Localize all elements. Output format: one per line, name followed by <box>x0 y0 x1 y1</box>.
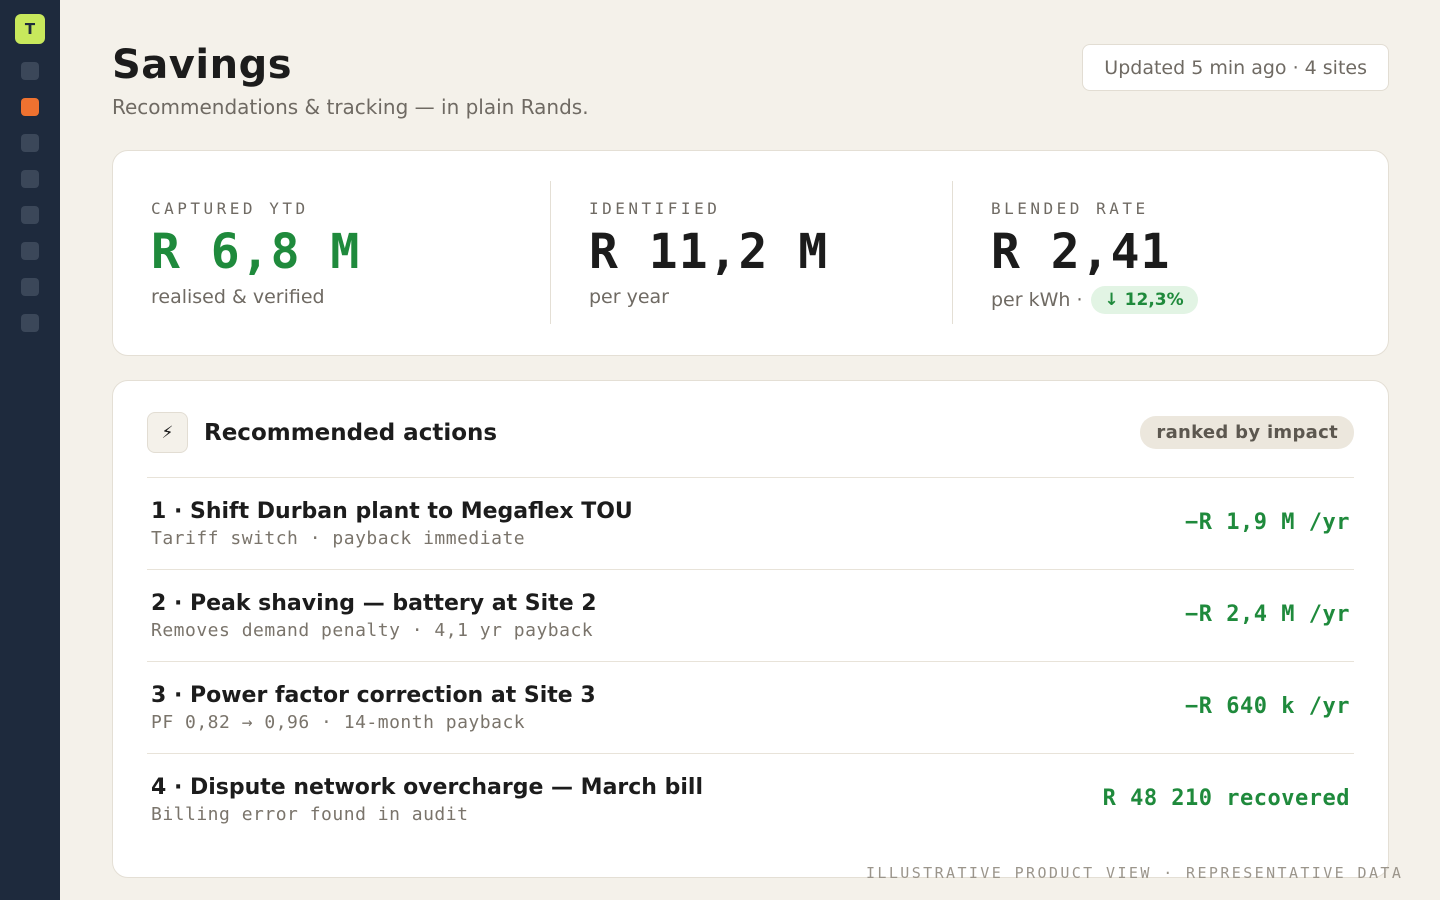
footer-note: ILLUSTRATIVE PRODUCT VIEW · REPRESENTATI… <box>866 864 1404 882</box>
sidebar-item-8[interactable] <box>21 314 39 332</box>
rank-badge[interactable]: ranked by impact <box>1140 416 1354 449</box>
kpi-sub-row: per kWh · ↓ 12,3% <box>991 286 1352 314</box>
updated-status: Updated 5 min ago · 4 sites <box>1082 44 1389 91</box>
sidebar-item-7[interactable] <box>21 278 39 296</box>
sidebar: T <box>0 0 60 900</box>
sidebar-item-1[interactable] <box>21 62 39 80</box>
action-title: 4 · Dispute network overcharge — March b… <box>151 775 703 800</box>
sidebar-item-savings[interactable] <box>21 98 39 116</box>
kpi-sub: realised & verified <box>151 286 325 308</box>
actions-header: ⚡︎ Recommended actions ranked by impact <box>147 412 1354 453</box>
action-row[interactable]: 3 · Power factor correction at Site 3 PF… <box>147 661 1354 753</box>
app-logo[interactable]: T <box>15 14 45 44</box>
action-title: 2 · Peak shaving — battery at Site 2 <box>151 591 597 616</box>
delta-badge: ↓ 12,3% <box>1090 286 1198 314</box>
action-value: −R 2,4 M /yr <box>1185 602 1350 627</box>
action-value: −R 640 k /yr <box>1185 694 1350 719</box>
kpi-label: BLENDED RATE <box>991 199 1149 218</box>
kpi-label: CAPTURED YTD <box>151 199 309 218</box>
sidebar-item-4[interactable] <box>21 170 39 188</box>
kpi-blended-rate: BLENDED RATE R 2,41 per kWh · ↓ 12,3% <box>952 181 1352 324</box>
action-sub: Billing error found in audit <box>151 804 469 825</box>
page-subtitle: Recommendations & tracking — in plain Ra… <box>112 95 589 119</box>
action-sub: PF 0,82 → 0,96 · 14-month payback <box>151 712 526 733</box>
lightning-icon: ⚡︎ <box>147 412 188 453</box>
action-value: R 48 210 recovered <box>1102 786 1350 811</box>
sidebar-item-3[interactable] <box>21 134 39 152</box>
kpi-identified: IDENTIFIED R 11,2 M per year <box>550 181 952 324</box>
kpi-label: IDENTIFIED <box>589 199 721 218</box>
action-row[interactable]: 4 · Dispute network overcharge — March b… <box>147 753 1354 845</box>
action-sub: Removes demand penalty · 4,1 yr payback <box>151 620 594 641</box>
page-title: Savings <box>112 42 293 88</box>
kpi-sub: per year <box>589 286 669 308</box>
actions-title: Recommended actions <box>204 419 498 446</box>
action-title: 1 · Shift Durban plant to Megaflex TOU <box>151 499 633 524</box>
action-sub: Tariff switch · payback immediate <box>151 528 526 549</box>
sidebar-item-5[interactable] <box>21 206 39 224</box>
kpi-sub: per kWh · <box>991 289 1083 311</box>
kpi-value: R 6,8 M <box>151 224 361 280</box>
action-row[interactable]: 2 · Peak shaving — battery at Site 2 Rem… <box>147 569 1354 661</box>
kpi-value: R 2,41 <box>991 224 1171 280</box>
action-title: 3 · Power factor correction at Site 3 <box>151 683 596 708</box>
action-value: −R 1,9 M /yr <box>1185 510 1350 535</box>
sidebar-item-6[interactable] <box>21 242 39 260</box>
recommended-actions-card: ⚡︎ Recommended actions ranked by impact … <box>112 380 1389 878</box>
kpi-card: CAPTURED YTD R 6,8 M realised & verified… <box>112 150 1389 356</box>
kpi-value: R 11,2 M <box>589 224 829 280</box>
action-row[interactable]: 1 · Shift Durban plant to Megaflex TOU T… <box>147 477 1354 569</box>
kpi-captured-ytd: CAPTURED YTD R 6,8 M realised & verified <box>151 181 551 324</box>
